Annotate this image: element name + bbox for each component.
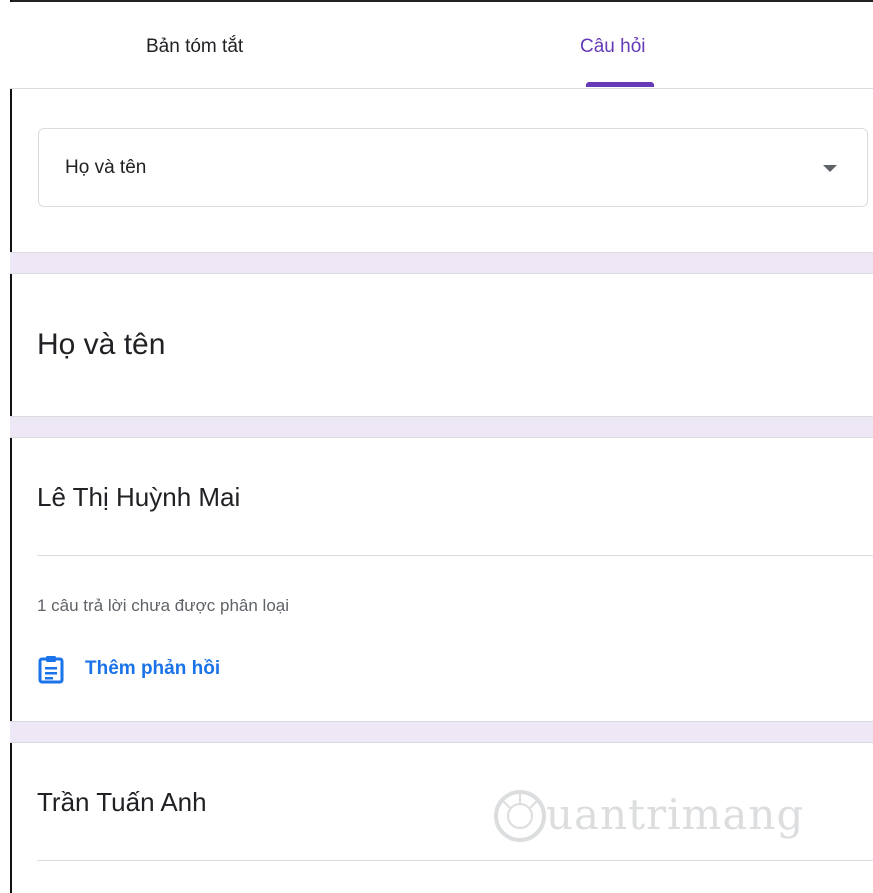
watermark-logo: uantrimang — [490, 776, 870, 866]
section-separator — [10, 252, 873, 274]
section-separator — [10, 721, 873, 743]
tab-summary[interactable]: Bản tóm tắt — [146, 36, 243, 58]
tab-bar: Bản tóm tắt Câu hỏi — [10, 2, 873, 89]
question-title: Họ và tên — [37, 328, 166, 361]
tab-questions[interactable]: Câu hỏi — [580, 36, 646, 58]
divider — [37, 555, 873, 556]
response-answer: Trần Tuấn Anh — [37, 787, 207, 817]
content-area: Bản tóm tắt Câu hỏi Họ và tên Họ và tên … — [10, 2, 873, 893]
clipboard-feedback-icon — [37, 654, 65, 684]
add-feedback-label: Thêm phản hồi — [85, 658, 221, 679]
ungraded-status: 1 câu trả lời chưa được phân loại — [37, 596, 290, 615]
question-select[interactable]: Họ và tên — [38, 128, 868, 207]
active-tab-indicator — [586, 82, 654, 87]
watermark-text: uantrimang — [546, 790, 805, 839]
response-answer: Lê Thị Huỳnh Mai — [37, 482, 241, 512]
forms-responses-panel: Bản tóm tắt Câu hỏi Họ và tên Họ và tên … — [0, 0, 873, 893]
question-select-value: Họ và tên — [65, 157, 147, 178]
dropdown-arrow-icon — [823, 165, 837, 172]
add-feedback-button[interactable]: Thêm phản hồi — [37, 654, 220, 684]
section-separator — [10, 416, 873, 438]
